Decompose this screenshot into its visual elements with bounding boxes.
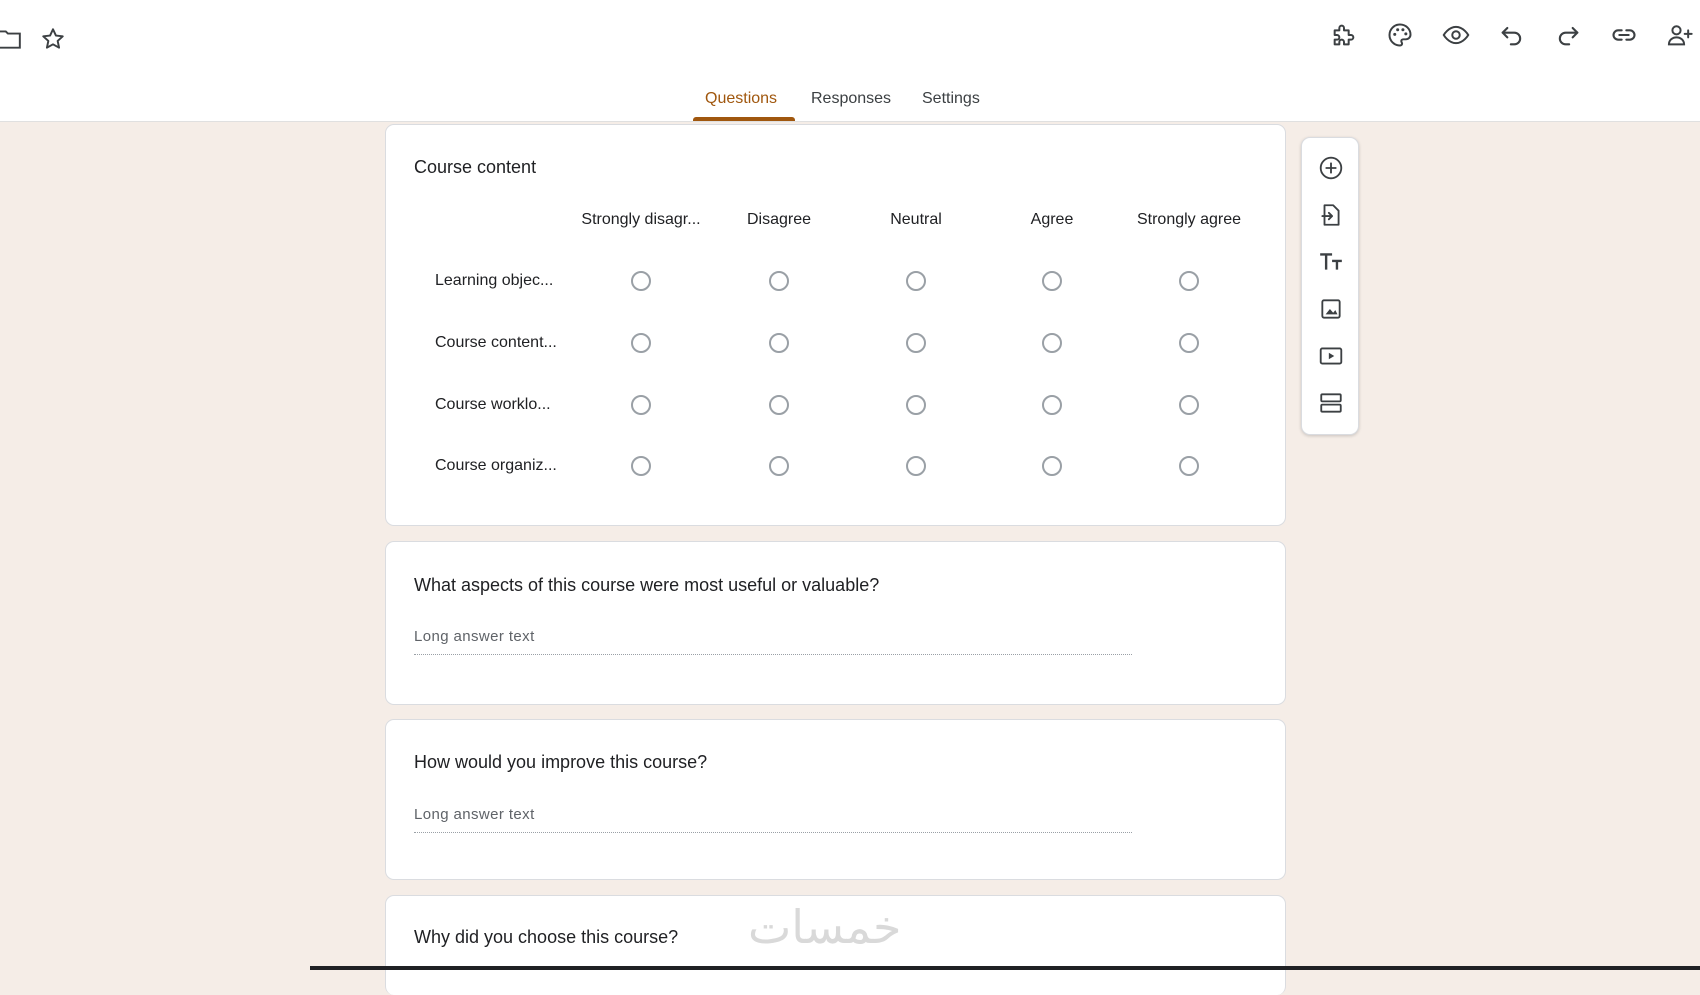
palette-icon[interactable] (1386, 21, 1414, 49)
add-title-icon[interactable] (1318, 249, 1344, 275)
answer-underline (414, 832, 1132, 833)
folder-icon[interactable] (0, 26, 22, 52)
form-tabs: Questions Responses Settings (0, 80, 1700, 121)
grid-column-header: Strongly disagr... (581, 211, 701, 228)
add-question-icon[interactable] (1318, 155, 1344, 181)
long-answer-placeholder: Long answer text (414, 806, 535, 823)
preview-icon[interactable] (1442, 21, 1470, 49)
grid-radio-button[interactable] (769, 456, 789, 476)
grid-row-label: Course content... (435, 334, 557, 351)
star-icon[interactable] (40, 26, 66, 52)
grid-radio-button[interactable] (631, 333, 651, 353)
grid-radio-button[interactable] (1179, 271, 1199, 291)
add-image-icon[interactable] (1318, 296, 1344, 322)
grid-radio-button[interactable] (631, 395, 651, 415)
import-questions-icon[interactable] (1318, 202, 1344, 228)
grid-row-label: Course organiz... (435, 457, 557, 474)
grid-radio-button[interactable] (1179, 333, 1199, 353)
taskbar-edge (310, 966, 1700, 970)
long-answer-placeholder: Long answer text (414, 628, 535, 645)
grid-radio-button[interactable] (906, 271, 926, 291)
grid-column-header: Strongly agree (1136, 211, 1242, 228)
question-title: Course content (414, 157, 537, 177)
undo-icon[interactable] (1498, 21, 1526, 49)
addon-icon[interactable] (1330, 21, 1358, 49)
watermark: خمسات (748, 900, 902, 954)
question-title: What aspects of this course were most us… (414, 575, 880, 595)
answer-underline (414, 654, 1132, 655)
grid-column-header: Disagree (746, 211, 812, 228)
top-bar: Questions Responses Settings (0, 0, 1700, 122)
question-title: Why did you choose this course? (414, 927, 679, 947)
grid-radio-button[interactable] (906, 395, 926, 415)
grid-radio-button[interactable] (906, 333, 926, 353)
floating-toolbar (1301, 137, 1359, 435)
question-title: How would you improve this course? (414, 752, 708, 772)
grid-radio-button[interactable] (1042, 395, 1062, 415)
add-video-icon[interactable] (1318, 343, 1344, 369)
grid-radio-button[interactable] (1179, 395, 1199, 415)
grid-radio-button[interactable] (631, 271, 651, 291)
grid-column-header: Neutral (890, 211, 942, 228)
grid-row-label: Course worklo... (435, 396, 551, 413)
question-card[interactable]: What aspects of this course were most us… (385, 541, 1286, 705)
active-tab-indicator (693, 117, 795, 121)
grid-radio-button[interactable] (1179, 456, 1199, 476)
grid-radio-button[interactable] (1042, 271, 1062, 291)
tab-questions[interactable]: Questions (705, 90, 777, 108)
grid-radio-button[interactable] (631, 456, 651, 476)
grid-radio-button[interactable] (906, 456, 926, 476)
tab-settings[interactable]: Settings (922, 90, 980, 108)
link-icon[interactable] (1610, 21, 1638, 49)
grid-radio-button[interactable] (769, 395, 789, 415)
add-collaborator-icon[interactable] (1666, 21, 1694, 49)
add-section-icon[interactable] (1318, 390, 1344, 416)
grid-row-label: Learning objec... (435, 272, 554, 289)
grid-radio-button[interactable] (769, 271, 789, 291)
tab-responses[interactable]: Responses (811, 90, 891, 108)
grid-radio-button[interactable] (769, 333, 789, 353)
grid-radio-button[interactable] (1042, 456, 1062, 476)
question-card[interactable]: How would you improve this course? Long … (385, 719, 1286, 880)
grid-column-header: Agree (1030, 211, 1074, 228)
redo-icon[interactable] (1554, 21, 1582, 49)
grid-radio-button[interactable] (1042, 333, 1062, 353)
